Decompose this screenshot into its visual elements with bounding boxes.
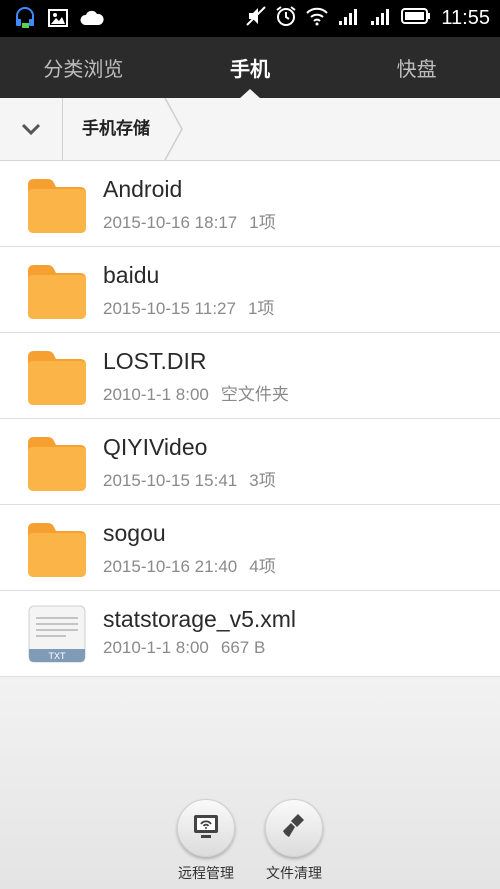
file-meta: 2015-10-16 18:17 1项 (103, 208, 276, 233)
status-time: 11:55 (441, 6, 490, 29)
breadcrumb-separator-icon (164, 97, 184, 164)
folder-icon (28, 433, 86, 491)
file-meta: 2015-10-16 21:40 4项 (103, 552, 276, 577)
tab-bar: 分类浏览 手机 快盘 (0, 37, 500, 99)
folder-icon (28, 261, 86, 319)
file-cleanup-button[interactable]: 文件清理 (249, 799, 339, 883)
remote-monitor-icon (191, 811, 221, 845)
breadcrumb-item-phone-storage[interactable]: 手机存储 (82, 98, 150, 160)
headset-notification-icon (14, 6, 36, 34)
file-row-qiyivideo[interactable]: QIYIVideo 2015-10-15 15:41 3项 (0, 419, 500, 505)
file-info: 667 B (220, 638, 266, 657)
file-date: 2010-1-1 8:00 (103, 385, 209, 404)
txt-file-icon: TXT (28, 605, 86, 663)
broom-icon (279, 811, 309, 845)
file-list: Android 2015-10-16 18:17 1项 baidu 2015-10… (0, 161, 500, 677)
file-row-lost-dir[interactable]: LOST.DIR 2010-1-1 8:00 空文件夹 (0, 333, 500, 419)
file-row-statstorage-xml[interactable]: TXT statstorage_v5.xml 2010-1-1 8:00 667 … (0, 591, 500, 677)
file-row-android[interactable]: Android 2015-10-16 18:17 1项 (0, 161, 500, 247)
file-date: 2015-10-15 15:41 (103, 471, 238, 490)
file-name: Android (103, 176, 183, 202)
folder-icon (28, 519, 86, 577)
file-name: baidu (103, 262, 160, 288)
file-name: LOST.DIR (103, 348, 207, 374)
folder-icon (28, 347, 86, 405)
status-bar: 11:55 (0, 0, 500, 37)
file-date: 2015-10-15 11:27 (103, 299, 236, 318)
file-cleanup-icon-button[interactable] (265, 799, 323, 857)
remote-manage-button[interactable]: 远程管理 (161, 799, 251, 883)
chevron-down-icon (21, 120, 41, 139)
file-date: 2010-1-1 8:00 (103, 638, 209, 657)
file-name: statstorage_v5.xml (103, 606, 297, 632)
tab-phone[interactable]: 手机 (167, 37, 334, 99)
file-date: 2015-10-16 21:40 (103, 557, 238, 576)
breadcrumb: 手机存储 (0, 97, 500, 164)
file-row-baidu[interactable]: baidu 2015-10-15 11:27 1项 (0, 247, 500, 333)
signal-icon (337, 6, 361, 30)
file-meta: 2010-1-1 8:00 667 B (103, 638, 265, 658)
file-meta: 2010-1-1 8:00 空文件夹 (103, 380, 289, 405)
bottom-action-bar: 远程管理 文件清理 (0, 677, 500, 889)
file-meta: 2015-10-15 11:27 1项 (103, 294, 274, 319)
folder-icon (28, 175, 86, 233)
cloud-notification-icon (80, 9, 104, 31)
file-info: 1项 (249, 213, 276, 232)
image-notification-icon (48, 9, 68, 31)
mute-icon (245, 5, 267, 31)
file-info: 1项 (247, 299, 275, 318)
file-name: QIYIVideo (103, 434, 208, 460)
file-info: 3项 (249, 471, 276, 490)
breadcrumb-dropdown-button[interactable] (0, 98, 63, 160)
file-type-label: TXT (48, 651, 66, 661)
file-info: 空文件夹 (220, 385, 289, 404)
tab-category-browse[interactable]: 分类浏览 (0, 37, 167, 98)
file-date: 2015-10-16 18:17 (103, 213, 238, 232)
remote-manage-icon-button[interactable] (177, 799, 235, 857)
file-row-sogou[interactable]: sogou 2015-10-16 21:40 4项 (0, 505, 500, 591)
signal-icon (369, 6, 393, 30)
file-cleanup-label: 文件清理 (266, 866, 322, 882)
file-name: sogou (103, 520, 166, 546)
remote-manage-label: 远程管理 (178, 866, 234, 882)
file-meta: 2015-10-15 15:41 3项 (103, 466, 276, 491)
file-info: 4项 (249, 557, 276, 576)
alarm-icon (275, 5, 297, 31)
tab-kuaipan[interactable]: 快盘 (333, 37, 500, 98)
battery-icon (401, 7, 431, 29)
wifi-icon (305, 6, 329, 30)
